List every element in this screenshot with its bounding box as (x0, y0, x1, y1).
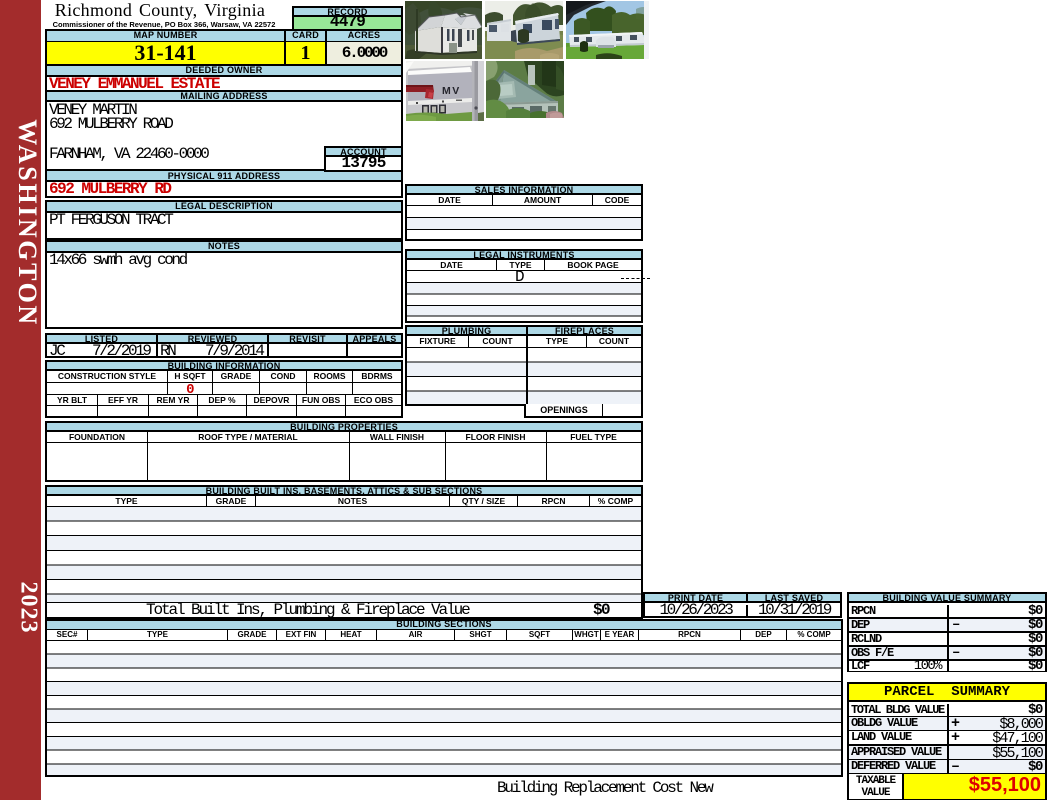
svg-text:MV: MV (442, 85, 461, 97)
